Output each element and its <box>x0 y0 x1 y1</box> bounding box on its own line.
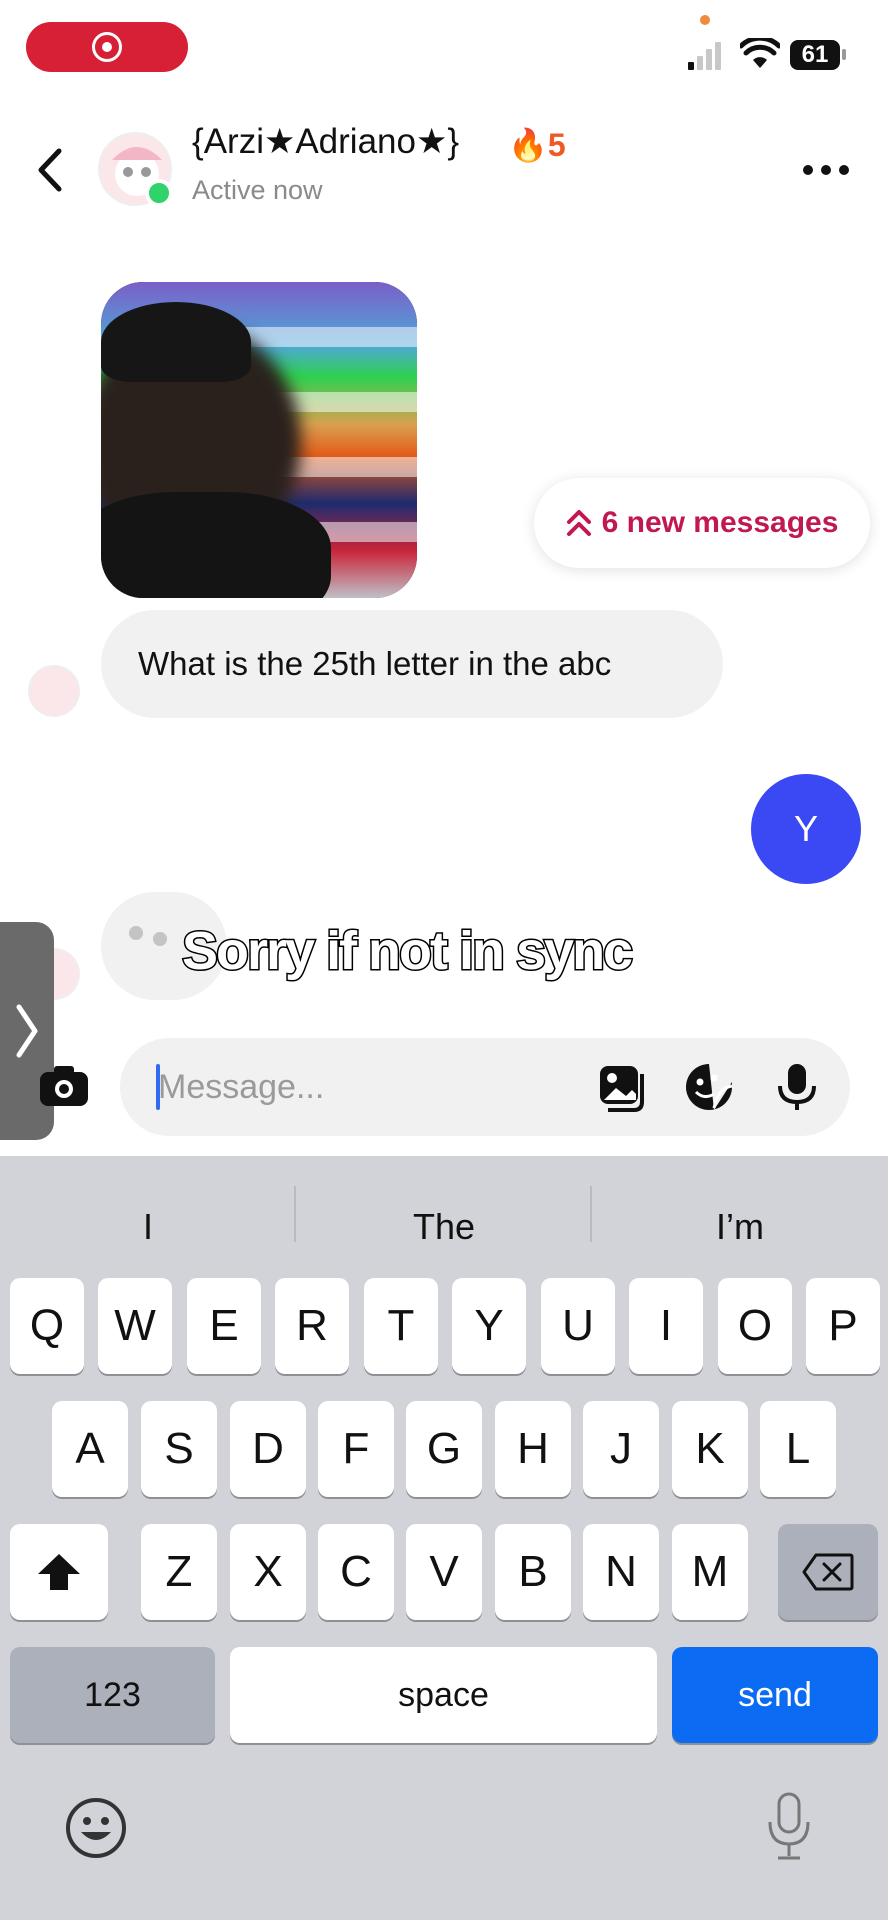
key-b[interactable]: B <box>495 1524 571 1620</box>
shared-video-thumbnail[interactable] <box>101 282 417 598</box>
battery-indicator: 61 <box>790 40 840 70</box>
shift-key[interactable] <box>10 1524 108 1620</box>
key-u[interactable]: U <box>541 1278 615 1374</box>
new-messages-label: 6 new messages <box>601 506 839 539</box>
sender-avatar[interactable] <box>28 665 80 717</box>
emoji-icon[interactable] <box>64 1796 128 1860</box>
more-options-button[interactable] <box>796 150 856 190</box>
streak-count: 5 <box>547 127 566 163</box>
key-k[interactable]: K <box>672 1401 748 1497</box>
message-composer[interactable] <box>120 1038 850 1136</box>
suggestion-2[interactable]: The <box>296 1196 592 1258</box>
sticker-icon[interactable] <box>684 1062 734 1112</box>
key-n[interactable]: N <box>583 1524 659 1620</box>
key-p[interactable]: P <box>806 1278 880 1374</box>
shift-icon <box>38 1554 80 1590</box>
gallery-icon[interactable] <box>598 1062 648 1112</box>
key-f[interactable]: F <box>318 1401 394 1497</box>
message-input[interactable] <box>158 1038 578 1136</box>
key-a[interactable]: A <box>52 1401 128 1497</box>
send-key[interactable]: send <box>672 1647 878 1743</box>
camera-icon[interactable] <box>40 1060 90 1110</box>
cellular-signal-icon <box>688 42 721 70</box>
key-x[interactable]: X <box>230 1524 306 1620</box>
streak-badge: 🔥5 <box>508 126 566 164</box>
chevron-right-icon <box>16 1004 38 1058</box>
key-i[interactable]: I <box>629 1278 703 1374</box>
key-d[interactable]: D <box>230 1401 306 1497</box>
key-h[interactable]: H <box>495 1401 571 1497</box>
online-status-dot <box>145 179 173 207</box>
text-cursor <box>156 1064 160 1110</box>
keyboard: I The I’m Q W E R T Y U I O P A S D F G … <box>0 1156 888 1920</box>
screen-recording-indicator[interactable] <box>26 22 188 72</box>
key-y[interactable]: Y <box>452 1278 526 1374</box>
microphone-icon[interactable] <box>772 1062 822 1112</box>
key-e[interactable]: E <box>187 1278 261 1374</box>
key-g[interactable]: G <box>406 1401 482 1497</box>
microphone-in-use-dot <box>700 15 710 25</box>
battery-nub <box>842 49 846 60</box>
key-v[interactable]: V <box>406 1524 482 1620</box>
key-q[interactable]: Q <box>10 1278 84 1374</box>
contact-name[interactable]: {Arzi★Adriano★} <box>192 122 459 162</box>
double-chevron-up-icon <box>566 510 591 536</box>
record-icon <box>92 32 122 62</box>
suggestion-1[interactable]: I <box>0 1196 296 1258</box>
wifi-icon <box>740 38 780 68</box>
dictation-icon[interactable] <box>764 1792 814 1862</box>
incoming-message-bubble[interactable]: What is the 25th letter in the abc <box>101 610 723 718</box>
key-j[interactable]: J <box>583 1401 659 1497</box>
key-l[interactable]: L <box>760 1401 836 1497</box>
numbers-key[interactable]: 123 <box>10 1647 215 1743</box>
key-z[interactable]: Z <box>141 1524 217 1620</box>
backspace-icon <box>802 1553 854 1591</box>
delete-key[interactable] <box>778 1524 878 1620</box>
new-messages-button[interactable]: 6 new messages <box>534 478 870 568</box>
flame-icon: 🔥 <box>508 127 548 163</box>
message-text: What is the 25th letter in the abc <box>138 645 612 682</box>
key-s[interactable]: S <box>141 1401 217 1497</box>
key-w[interactable]: W <box>98 1278 172 1374</box>
key-o[interactable]: O <box>718 1278 792 1374</box>
key-c[interactable]: C <box>318 1524 394 1620</box>
key-r[interactable]: R <box>275 1278 349 1374</box>
suggestion-3[interactable]: I’m <box>592 1196 888 1258</box>
more-horizontal-icon <box>803 165 849 175</box>
contact-status: Active now <box>192 175 323 205</box>
video-caption-overlay: Sorry if not in sync <box>180 920 634 983</box>
key-m[interactable]: M <box>672 1524 748 1620</box>
space-key[interactable]: space <box>230 1647 657 1743</box>
back-button[interactable] <box>30 145 70 195</box>
chevron-left-icon <box>38 148 62 192</box>
key-t[interactable]: T <box>364 1278 438 1374</box>
user-avatar[interactable]: Y <box>751 774 861 884</box>
